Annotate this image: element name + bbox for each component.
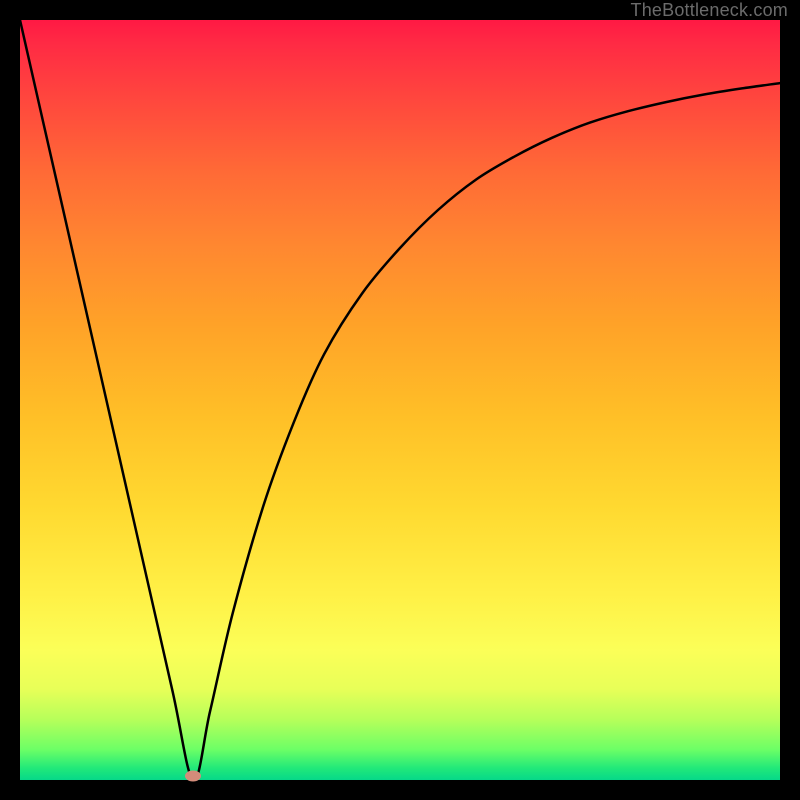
curve-path bbox=[20, 20, 780, 780]
chart-root: TheBottleneck.com bbox=[0, 0, 800, 800]
plot-area bbox=[20, 20, 780, 780]
bottleneck-curve bbox=[20, 20, 780, 780]
optimal-point-marker bbox=[185, 771, 201, 782]
watermark-text: TheBottleneck.com bbox=[631, 0, 788, 21]
